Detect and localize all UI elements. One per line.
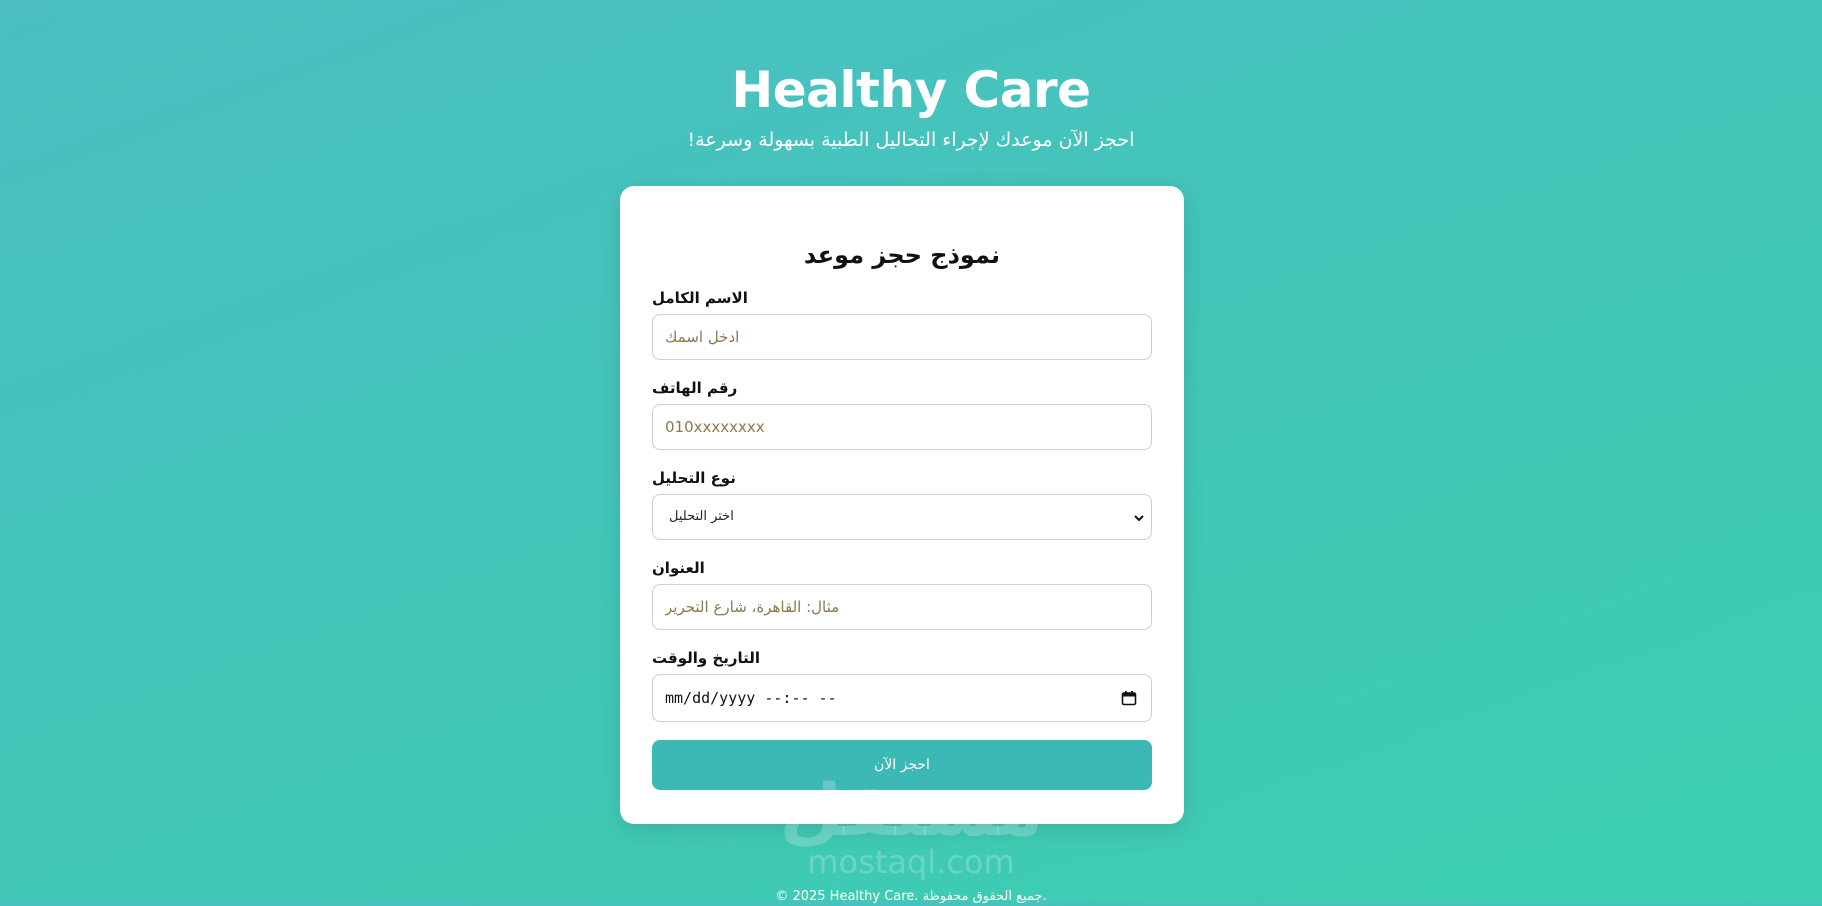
datetime-value: mm/dd/yyyy --:-- -- — [665, 689, 837, 707]
booking-form-card: نموذج حجز موعد الاسم الكامل رقم الهاتف ن… — [620, 186, 1184, 824]
test-type-select[interactable]: اختر التحليل — [652, 494, 1152, 540]
book-now-button[interactable]: احجز الآن — [652, 740, 1152, 790]
address-field-group: العنوان — [652, 558, 1152, 630]
datetime-input[interactable]: mm/dd/yyyy --:-- -- — [652, 674, 1152, 722]
calendar-icon[interactable] — [1121, 690, 1137, 706]
datetime-field-group: التاريخ والوقت mm/dd/yyyy --:-- -- — [652, 648, 1152, 722]
address-input[interactable] — [652, 584, 1152, 630]
name-input[interactable] — [652, 314, 1152, 360]
name-field-group: الاسم الكامل — [652, 288, 1152, 360]
site-title: Healthy Care — [731, 61, 1091, 119]
address-label: العنوان — [652, 559, 705, 577]
chevron-down-icon — [1133, 495, 1145, 539]
site-tagline: !احجز الآن موعدك لإجراء التحاليل الطبية … — [687, 129, 1135, 151]
form-title: نموذج حجز موعد — [803, 241, 1001, 269]
test-type-selected-value: اختر التحليل — [669, 509, 734, 524]
phone-label: رقم الهاتف — [652, 379, 738, 397]
page-header: Healthy Care !احجز الآن موعدك لإجراء الت… — [0, 58, 1822, 154]
phone-field-group: رقم الهاتف — [652, 378, 1152, 450]
test-type-field-group: نوع التحليل اختر التحليل — [652, 468, 1152, 540]
footer-copyright: © 2025 Healthy Care. جميع الحقوق محفوظة. — [775, 889, 1047, 904]
name-label: الاسم الكامل — [652, 289, 748, 307]
phone-input[interactable] — [652, 404, 1152, 450]
watermark-url: mostaql.com — [807, 843, 1015, 881]
test-type-label: نوع التحليل — [652, 469, 736, 487]
datetime-label: التاريخ والوقت — [652, 649, 761, 667]
